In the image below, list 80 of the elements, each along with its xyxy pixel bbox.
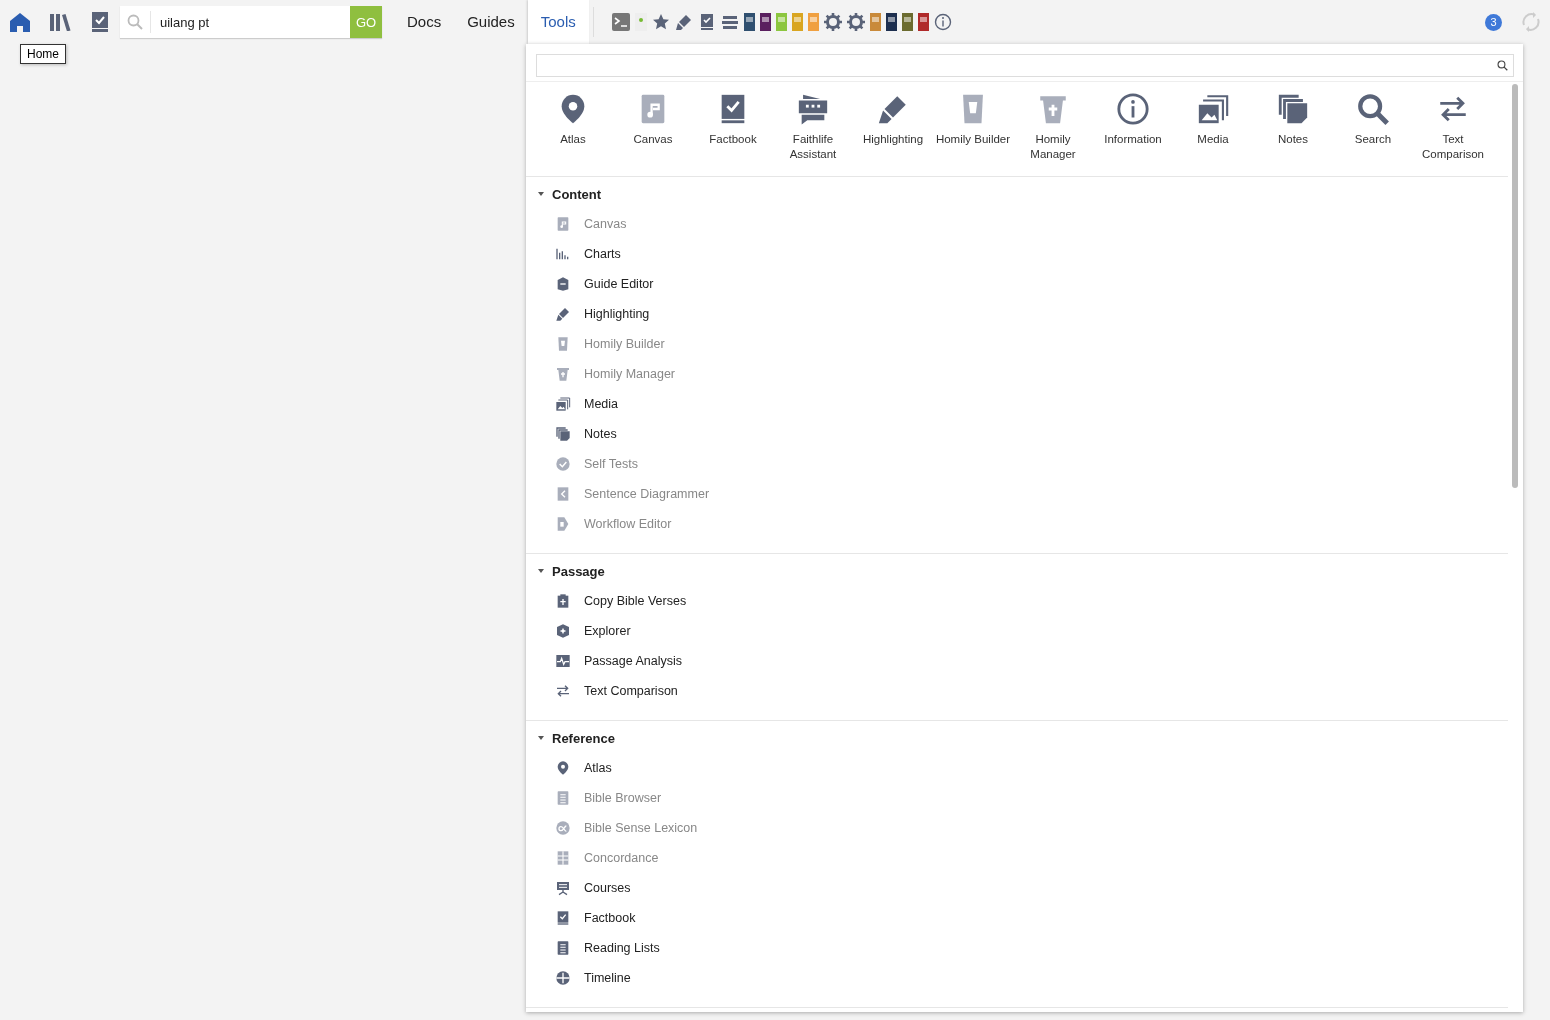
info-icon[interactable] bbox=[933, 13, 952, 31]
shield-icon bbox=[555, 623, 571, 639]
stacked-pages-icon bbox=[1276, 92, 1310, 126]
book-cover-icon[interactable] bbox=[917, 13, 929, 31]
highlighter-icon bbox=[555, 306, 571, 322]
tool-list-item[interactable]: Guide Editor bbox=[526, 269, 660, 299]
tool-tile[interactable]: Factbook bbox=[693, 92, 773, 162]
search-icon bbox=[127, 14, 143, 30]
section-title: Passage bbox=[552, 563, 605, 579]
tool-list-item[interactable]: Factbook bbox=[526, 903, 642, 933]
tool-list-item[interactable]: Timeline bbox=[526, 963, 637, 993]
bar-chart-icon bbox=[555, 246, 571, 262]
cup-icon bbox=[555, 336, 571, 352]
checked-book-icon[interactable] bbox=[91, 12, 109, 32]
search-icon bbox=[1497, 60, 1508, 71]
diagram-page-icon bbox=[555, 486, 571, 502]
tool-list-item[interactable]: Copy Bible Verses bbox=[526, 586, 693, 616]
book-cover-icon[interactable] bbox=[759, 13, 771, 31]
expand-toggle-icon[interactable] bbox=[538, 736, 544, 740]
nav-tab[interactable]: Docs bbox=[394, 0, 455, 44]
book-cover-icon[interactable] bbox=[885, 13, 897, 31]
highlighter-icon[interactable] bbox=[674, 13, 693, 31]
music-note-page-icon bbox=[555, 216, 571, 232]
tool-list-item[interactable]: Atlas bbox=[526, 753, 618, 783]
list-page-icon bbox=[555, 790, 571, 806]
cross-cup-icon bbox=[555, 366, 571, 382]
tool-list-item[interactable]: Notes bbox=[526, 419, 623, 449]
grid-icon bbox=[555, 850, 571, 866]
nav-tab[interactable]: Tools bbox=[527, 0, 589, 44]
section-title: Reference bbox=[552, 730, 615, 746]
alpha-circle-icon bbox=[555, 820, 571, 836]
tool-tile[interactable]: Information bbox=[1093, 92, 1173, 162]
map-pin-icon bbox=[555, 760, 571, 776]
expand-toggle-icon[interactable] bbox=[538, 569, 544, 573]
swap-arrows-icon bbox=[555, 683, 571, 699]
scrollbar-thumb[interactable] bbox=[1512, 84, 1518, 488]
tool-tile[interactable]: Faithlife Assistant bbox=[773, 92, 853, 162]
tool-tile[interactable]: Text Comparison bbox=[1413, 92, 1493, 162]
tool-list-item[interactable]: Media bbox=[526, 389, 625, 419]
tool-list-item[interactable]: Passage Analysis bbox=[526, 646, 688, 676]
tool-tile[interactable]: Highlighting bbox=[853, 92, 933, 162]
library-icon[interactable] bbox=[49, 13, 71, 31]
globe-icon bbox=[555, 970, 571, 986]
info-icon bbox=[1116, 92, 1150, 126]
pulse-icon bbox=[555, 653, 571, 669]
section-title: Content bbox=[552, 186, 602, 202]
easel-icon bbox=[555, 880, 571, 896]
chat-bubble-icon bbox=[796, 92, 830, 126]
star-icon[interactable] bbox=[651, 13, 670, 31]
tool-list-item[interactable]: Explorer bbox=[526, 616, 637, 646]
search-field[interactable]: uilang pt GO bbox=[120, 6, 382, 38]
images-icon bbox=[1196, 92, 1230, 126]
nav-tab[interactable]: Guides bbox=[454, 0, 528, 44]
check-circle-icon bbox=[555, 456, 571, 472]
book-cover-icon[interactable] bbox=[743, 13, 755, 31]
tool-list-item[interactable]: Highlighting bbox=[526, 299, 656, 329]
list-page-icon bbox=[555, 940, 571, 956]
tool-list-item[interactable]: Courses bbox=[526, 873, 637, 903]
tool-list-item[interactable]: Text Comparison bbox=[526, 676, 684, 706]
gear-icon[interactable] bbox=[846, 13, 865, 31]
terminal-icon[interactable] bbox=[611, 13, 630, 31]
tool-list-item[interactable]: Reading Lists bbox=[526, 933, 666, 963]
stack-icon[interactable] bbox=[720, 13, 739, 31]
tool-search-field[interactable] bbox=[536, 54, 1514, 77]
tag-page-icon bbox=[555, 516, 571, 532]
tool-tile[interactable]: Media bbox=[1173, 92, 1253, 162]
home-icon[interactable] bbox=[9, 12, 31, 32]
expand-toggle-icon[interactable] bbox=[538, 192, 544, 196]
search-icon bbox=[1356, 92, 1390, 126]
checked-book-icon bbox=[555, 910, 571, 926]
notification-badge[interactable]: 3 bbox=[1485, 13, 1502, 31]
tool-tile[interactable]: Search bbox=[1333, 92, 1413, 162]
stacked-pages-icon bbox=[555, 426, 571, 442]
tooltip: Home bbox=[20, 44, 66, 64]
tool-tile[interactable]: Notes bbox=[1253, 92, 1333, 162]
clipboard-icon bbox=[555, 593, 571, 609]
images-icon bbox=[555, 396, 571, 412]
tool-list-item[interactable]: Charts bbox=[526, 239, 627, 269]
tool-tile[interactable]: Atlas bbox=[533, 92, 613, 162]
gear-icon[interactable] bbox=[823, 13, 842, 31]
